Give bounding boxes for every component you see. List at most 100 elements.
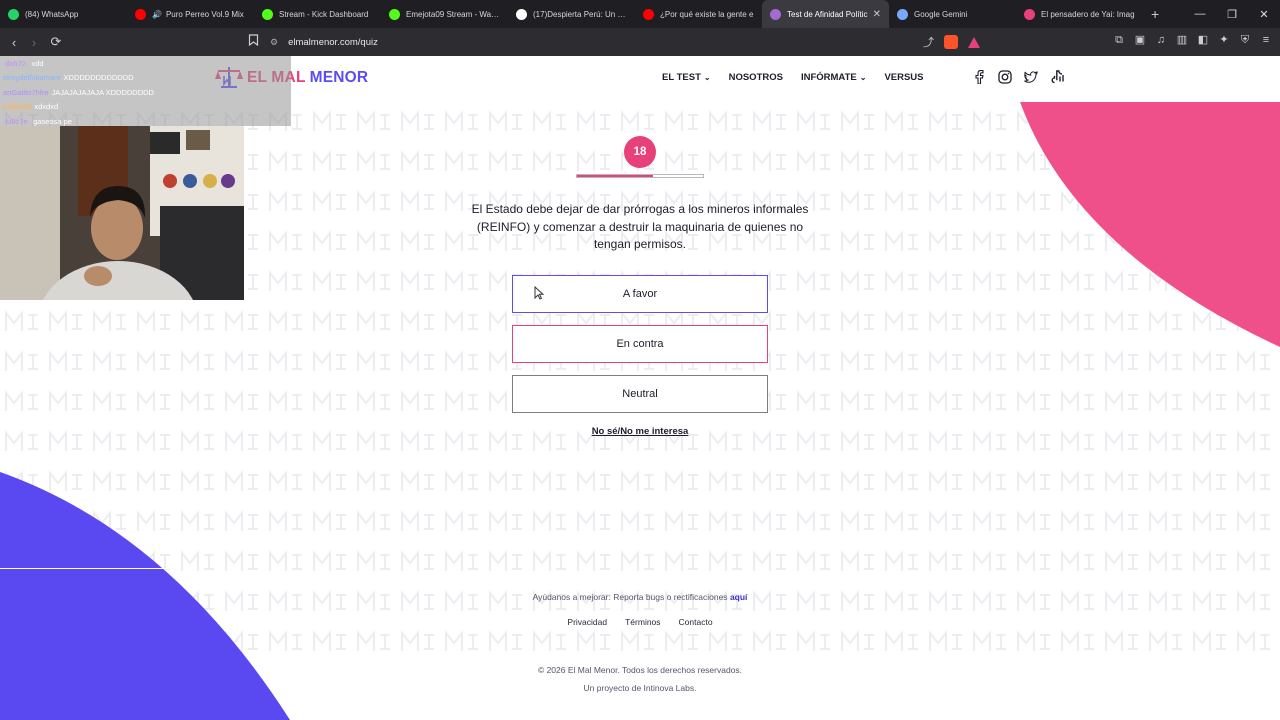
chat-text: gaseosa pe	[33, 116, 72, 126]
chat-username: anGatito7hfre	[3, 87, 49, 97]
nav-item-3[interactable]: VERSUS	[884, 72, 923, 83]
browser-tab[interactable]: El pensadero de Yai: Imag	[1016, 0, 1143, 28]
tab-title: (17)Despierta Perú: Un Llam	[533, 9, 627, 19]
browser-tab[interactable]: ¿Por qué existe la gente e	[635, 0, 762, 28]
option-a-favor-button[interactable]: A favor	[512, 275, 768, 313]
chat-message: ·dxh72· xdd	[0, 57, 291, 71]
chevron-down-icon: ⌄	[703, 73, 711, 82]
browser-tab[interactable]: Stream - Kick Dashboard	[254, 0, 381, 28]
brave-shields-icon[interactable]	[944, 35, 958, 49]
nav-item-label: NOSOTROS	[728, 72, 783, 83]
close-window-icon[interactable]: ✕	[1248, 8, 1280, 21]
url-text: elmalmenor.com/quiz	[288, 36, 378, 48]
tab-title: El pensadero de Yai: Imag	[1041, 9, 1135, 19]
kick-icon	[262, 8, 273, 20]
option-en-contra-button[interactable]: En contra	[512, 325, 768, 363]
progress-fill	[577, 175, 653, 177]
browser-tab[interactable]: 🔊 Puro Perreo Vol.9 Mix	[127, 0, 254, 28]
sidebar-icon[interactable]: ▥	[1176, 34, 1188, 46]
browser-tab[interactable]: (17)Despierta Perú: Un Llam	[508, 0, 635, 28]
url-field[interactable]: ⚙ elmalmenor.com/quiz	[270, 32, 990, 52]
browser-toolbar: ⧉ ▣ ♫ ▥ ◧ ✦ ⛨ ≡	[1113, 34, 1272, 46]
nav-item-2[interactable]: INFÓRMATE ⌄	[801, 72, 866, 83]
webcam-overlay	[0, 126, 244, 300]
chat-text: JAJAJAJAJAJA XDDDDDDDD	[51, 87, 154, 97]
forward-button[interactable]: ›	[24, 35, 44, 50]
tab-title: Google Gemini	[914, 9, 968, 19]
kick-icon	[389, 8, 400, 20]
chat-username: ·lu9z7e·	[3, 116, 31, 126]
footer-help-text: Ayúdanos a mejorar: Reporta bugs o recti…	[532, 592, 728, 602]
gemini-icon	[897, 8, 908, 20]
audio-icon[interactable]: 🔊	[152, 10, 162, 19]
screenshot-icon[interactable]: ▣	[1134, 34, 1146, 46]
elmalmenor-icon	[770, 8, 781, 20]
tab-title: (84) WhatsApp	[25, 9, 79, 19]
instagram-icon[interactable]	[998, 70, 1012, 84]
address-bar: ‹ › ⟳ ⚙ elmalmenor.com/quiz ⤴ ⧉ ▣ ♫ ▥ ◧ …	[0, 28, 1280, 56]
chat-text: xdd	[31, 59, 44, 68]
footer-link-terminos[interactable]: Términos	[625, 617, 660, 627]
main-nav: EL TEST ⌄ NOSOTROS INFÓRMATE ⌄ VERSUS	[662, 72, 924, 83]
menu-icon[interactable]: ≡	[1260, 34, 1272, 46]
nav-item-label: EL TEST	[662, 72, 701, 83]
address-actions: ⤴	[923, 34, 980, 50]
mouse-cursor-icon	[534, 285, 545, 303]
footer-help-link[interactable]: aquí	[730, 592, 747, 602]
youtube-icon	[643, 8, 654, 20]
nav-item-label: INFÓRMATE	[800, 72, 857, 83]
site-settings-icon[interactable]: ⚙	[270, 37, 278, 48]
question-number-badge: 18	[624, 136, 656, 168]
close-tab-icon[interactable]: ✕	[873, 9, 881, 20]
tiktok-icon[interactable]	[1050, 70, 1064, 84]
footer-credit: Un proyecto de Intinova Labs.	[583, 683, 697, 693]
tab-title: ¿Por qué existe la gente e	[660, 9, 754, 19]
leo-ai-icon[interactable]: ✦	[1218, 34, 1230, 46]
browser-tab[interactable]: Test de Afinidad Polític ✕	[762, 0, 889, 28]
chat-text: XDDDDDDDDDDDD	[63, 73, 134, 83]
overlay-divider	[0, 568, 170, 569]
tab-strip: (84) WhatsApp 🔊 Puro Perreo Vol.9 Mix Strea…	[0, 0, 1143, 28]
chat-text: xdxdxd	[34, 102, 59, 112]
window-controls: — ❐ ✕	[1184, 0, 1280, 28]
media-icon[interactable]: ♫	[1155, 34, 1167, 46]
browser-tab[interactable]: Google Gemini	[889, 0, 1016, 28]
tab-title: Test de Afinidad Polític	[787, 9, 868, 19]
tab-title: Emejota09 Stream - Watch	[406, 9, 500, 19]
option-neutral-button[interactable]: Neutral	[512, 375, 768, 413]
tab-title: Puro Perreo Vol.9 Mix	[165, 9, 244, 19]
whatsapp-icon	[8, 8, 19, 20]
browser-tab[interactable]: (84) WhatsApp	[0, 0, 127, 28]
browser-tab-bar: (84) WhatsApp 🔊 Puro Perreo Vol.9 Mix Strea…	[0, 0, 1280, 28]
nav-item-0[interactable]: EL TEST ⌄	[662, 72, 711, 83]
share-icon[interactable]: ⤴	[923, 34, 934, 50]
new-tab-button[interactable]: +	[1151, 6, 1159, 22]
quiz-progress-bar	[576, 174, 704, 178]
tab-title: Stream - Kick Dashboard	[279, 9, 369, 19]
extensions-icon[interactable]: ⧉	[1113, 34, 1125, 46]
chat-username: elreydelfrikomare	[3, 73, 61, 83]
nav-item-1[interactable]: NOSOTROS	[729, 72, 783, 83]
footer-link-contacto[interactable]: Contacto	[679, 617, 713, 627]
minimize-icon[interactable]: —	[1184, 8, 1216, 20]
site-footer: Ayúdanos a mejorar: Reporta bugs o recti…	[0, 592, 1280, 693]
chat-message: elreydelfrikomare XDDDDDDDDDDDD	[0, 71, 291, 85]
back-button[interactable]: ‹	[4, 35, 24, 50]
bookmark-icon[interactable]	[248, 34, 259, 49]
youtube-icon	[135, 8, 146, 20]
wallet-icon[interactable]: ◧	[1197, 34, 1209, 46]
reload-button[interactable]: ⟳	[46, 34, 66, 50]
skip-question-link[interactable]: No sé/No me interesa	[540, 426, 740, 437]
footer-link-privacidad[interactable]: Privacidad	[567, 617, 607, 627]
nav-item-label: VERSUS	[884, 72, 924, 83]
vpn-icon[interactable]: ⛨	[1239, 34, 1251, 46]
facebook-icon[interactable]	[972, 70, 986, 84]
social-links	[972, 70, 1064, 84]
maximize-icon[interactable]: ❐	[1216, 8, 1248, 21]
logo-text-part2: MENOR	[309, 69, 369, 86]
browser-tab[interactable]: Emejota09 Stream - Watch	[381, 0, 508, 28]
brave-rewards-icon[interactable]	[968, 36, 980, 48]
question-text: El Estado debe dejar de dar prórrogas a …	[471, 202, 809, 251]
twitter-icon[interactable]	[1024, 70, 1038, 84]
footer-help: Ayúdanos a mejorar: Reporta bugs o recti…	[0, 592, 1280, 602]
